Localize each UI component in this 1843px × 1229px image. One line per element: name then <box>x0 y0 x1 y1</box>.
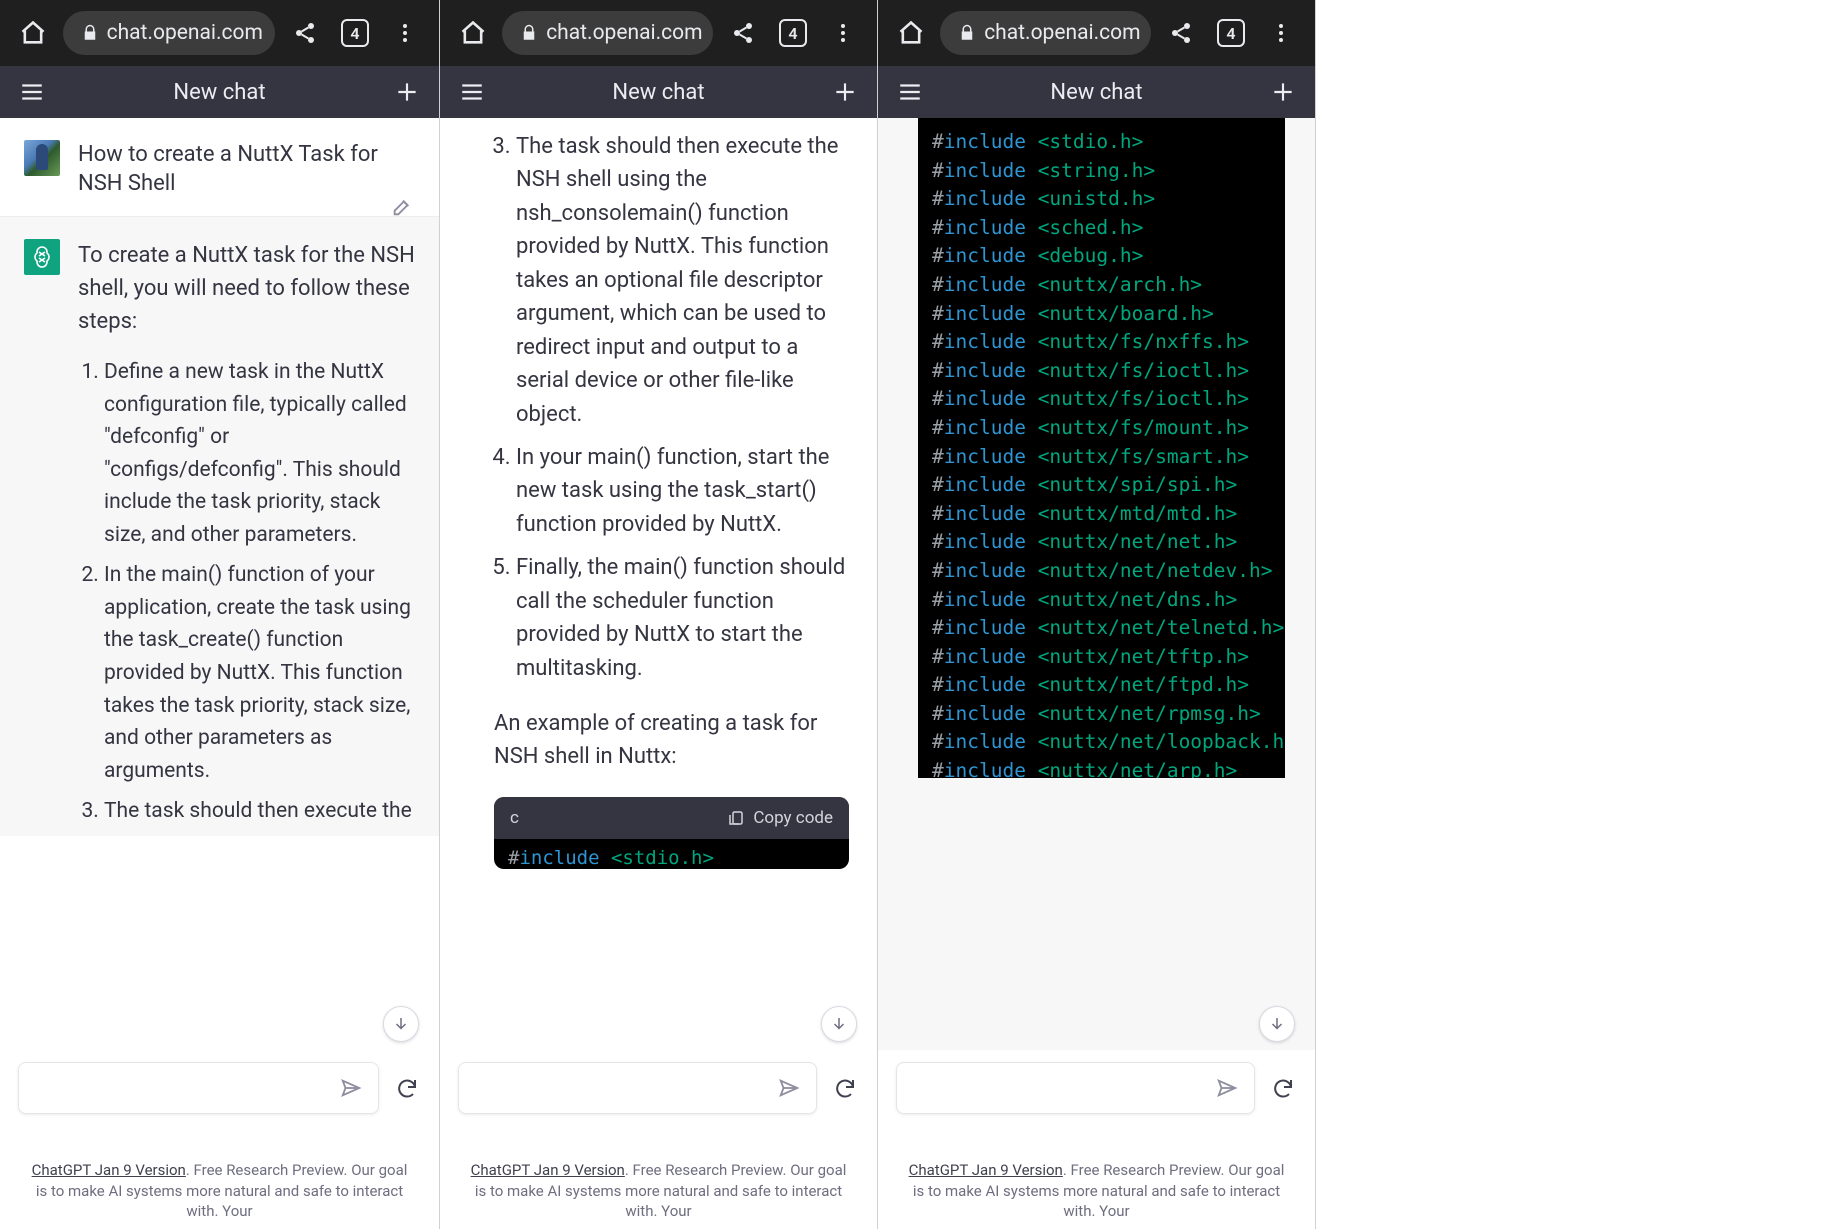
send-button[interactable] <box>1214 1075 1240 1101</box>
screen-3: chat.openai.com 4 New chat #include <std… <box>878 0 1316 1229</box>
new-chat-button[interactable] <box>829 76 861 108</box>
code-block: #include <stdio.h> #include <string.h> #… <box>918 118 1285 778</box>
tab-count: 4 <box>779 19 807 47</box>
url-bar[interactable]: chat.openai.com <box>502 11 713 55</box>
version-link[interactable]: ChatGPT Jan 9 Version <box>471 1161 625 1179</box>
assistant-avatar <box>24 239 60 275</box>
page-title: New chat <box>612 80 704 105</box>
hamburger-menu-button[interactable] <box>456 76 488 108</box>
hamburger-menu-button[interactable] <box>894 76 926 108</box>
hamburger-menu-button[interactable] <box>16 76 48 108</box>
browser-actions: 4 <box>721 11 865 55</box>
browser-home-button[interactable] <box>890 11 932 55</box>
browser-menu-icon[interactable] <box>821 11 865 55</box>
regenerate-button[interactable] <box>1269 1074 1297 1102</box>
tabs-button[interactable]: 4 <box>771 11 815 55</box>
assistant-message: To create a NuttX task for the NSH shell… <box>0 216 439 836</box>
url-text: chat.openai.com <box>107 21 263 45</box>
steps-list: Define a new task in the NuttX configura… <box>78 356 415 828</box>
browser-actions: 4 <box>283 11 427 55</box>
copy-code-label: Copy code <box>753 808 833 828</box>
steps-list: The task should then execute the NSH she… <box>440 130 849 685</box>
app-header: New chat <box>0 66 439 118</box>
browser-bar: chat.openai.com 4 <box>878 0 1315 66</box>
url-text: chat.openai.com <box>984 21 1140 45</box>
browser-home-button[interactable] <box>452 11 494 55</box>
code-language-label: c <box>510 808 519 828</box>
tabs-button[interactable]: 4 <box>333 11 377 55</box>
screen-1: chat.openai.com 4 New chat How to create… <box>0 0 440 1229</box>
url-bar[interactable]: chat.openai.com <box>63 11 275 55</box>
scroll-down-button[interactable] <box>383 1006 419 1042</box>
send-button[interactable] <box>338 1075 364 1101</box>
regenerate-button[interactable] <box>393 1074 421 1102</box>
code-body: #include <stdio.h> <box>494 839 849 869</box>
regenerate-button[interactable] <box>831 1074 859 1102</box>
browser-menu-icon[interactable] <box>383 11 427 55</box>
chat-input[interactable] <box>458 1062 817 1114</box>
footer-note: ChatGPT Jan 9 Version. Free Research Pre… <box>0 1160 439 1229</box>
scroll-down-button[interactable] <box>821 1006 857 1042</box>
share-icon[interactable] <box>283 11 327 55</box>
chat-content: How to create a NuttX Task for NSH Shell… <box>0 118 439 1050</box>
lock-icon <box>520 24 538 42</box>
browser-home-button[interactable] <box>12 11 55 55</box>
url-text: chat.openai.com <box>546 21 702 45</box>
lock-icon <box>81 24 99 42</box>
lock-icon <box>958 24 976 42</box>
version-link[interactable]: ChatGPT Jan 9 Version <box>909 1161 1063 1179</box>
tab-count: 4 <box>341 19 369 47</box>
code-block: c Copy code #include <stdio.h> <box>494 797 849 869</box>
step-item: Finally, the main() function should call… <box>516 551 849 685</box>
share-icon[interactable] <box>721 11 765 55</box>
scroll-down-button[interactable] <box>1259 1006 1295 1042</box>
edit-message-button[interactable] <box>391 196 415 220</box>
step-item: In your main() function, start the new t… <box>516 441 849 541</box>
step-item: In the main() function of your applicati… <box>104 559 415 787</box>
chat-input[interactable] <box>18 1062 379 1114</box>
chat-content: The task should then execute the NSH she… <box>440 118 877 1050</box>
tab-count: 4 <box>1217 19 1245 47</box>
page-title: New chat <box>1050 80 1142 105</box>
send-button[interactable] <box>776 1075 802 1101</box>
input-bar <box>440 1050 877 1160</box>
browser-menu-icon[interactable] <box>1259 11 1303 55</box>
share-icon[interactable] <box>1159 11 1203 55</box>
footer-note: ChatGPT Jan 9 Version. Free Research Pre… <box>440 1160 877 1229</box>
copy-code-button[interactable]: Copy code <box>727 808 833 828</box>
screen-2: chat.openai.com 4 New chat The task shou… <box>440 0 878 1229</box>
step-item: The task should then execute the <box>104 795 415 828</box>
user-message: How to create a NuttX Task for NSH Shell <box>0 118 439 216</box>
tabs-button[interactable]: 4 <box>1209 11 1253 55</box>
input-bar <box>878 1050 1315 1160</box>
browser-bar: chat.openai.com 4 <box>0 0 439 66</box>
user-avatar <box>24 140 60 176</box>
input-bar <box>0 1050 439 1160</box>
example-intro-text: An example of creating a task for NSH sh… <box>494 707 849 773</box>
version-link[interactable]: ChatGPT Jan 9 Version <box>32 1161 186 1179</box>
chat-content: #include <stdio.h> #include <string.h> #… <box>878 118 1315 1050</box>
browser-bar: chat.openai.com 4 <box>440 0 877 66</box>
page-title: New chat <box>173 80 265 105</box>
clipboard-icon <box>727 809 745 827</box>
step-item: The task should then execute the NSH she… <box>516 130 849 431</box>
chat-input[interactable] <box>896 1062 1255 1114</box>
code-block-header: c Copy code <box>494 797 849 839</box>
footer-note: ChatGPT Jan 9 Version. Free Research Pre… <box>878 1160 1315 1229</box>
step-item: Define a new task in the NuttX configura… <box>104 356 415 551</box>
app-header: New chat <box>878 66 1315 118</box>
user-message-text: How to create a NuttX Task for NSH Shell <box>78 140 415 198</box>
assistant-intro-text: To create a NuttX task for the NSH shell… <box>78 239 415 338</box>
browser-actions: 4 <box>1159 11 1303 55</box>
new-chat-button[interactable] <box>391 76 423 108</box>
app-header: New chat <box>440 66 877 118</box>
new-chat-button[interactable] <box>1267 76 1299 108</box>
url-bar[interactable]: chat.openai.com <box>940 11 1151 55</box>
